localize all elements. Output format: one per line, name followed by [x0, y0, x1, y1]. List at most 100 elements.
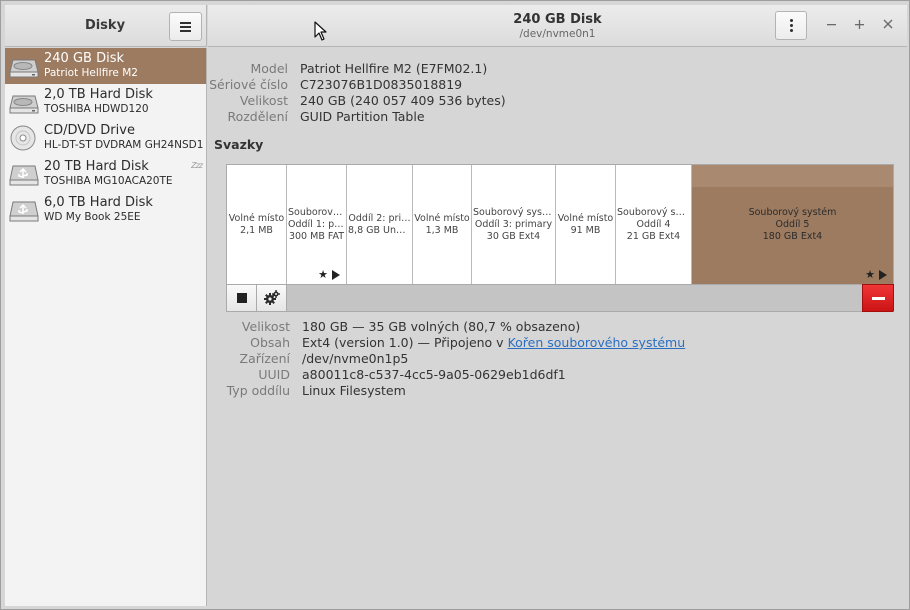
vol-device-value: /dev/nvme0n1p5 — [302, 351, 409, 366]
partition-free-1[interactable]: Volné místo 2,1 MB — [227, 165, 287, 284]
vol-size-label: Velikost — [241, 319, 290, 334]
kebab-dot — [789, 24, 793, 27]
drive-model: TOSHIBA HDWD120 — [44, 103, 149, 115]
drive-name: 6,0 TB Hard Disk — [44, 195, 153, 210]
vol-size-value: 180 GB — 35 GB volných (80,7 % obsazeno) — [302, 319, 581, 334]
drive-name: 20 TB Hard Disk — [44, 159, 149, 174]
usb-drive-icon — [9, 201, 39, 222]
partition-line: Volné místo — [557, 212, 614, 224]
partition-line: Oddíl 5 — [775, 218, 810, 230]
mouse-cursor-icon — [314, 21, 327, 41]
drive-item-2tb[interactable]: 2,0 TB Hard Disk TOSHIBA HDWD120 — [5, 84, 206, 120]
partition-line: 2,1 MB — [240, 224, 273, 236]
vol-type-label: Typ oddílu — [226, 383, 290, 398]
size-label: Velikost — [239, 93, 288, 108]
volume-toolbar — [226, 284, 894, 312]
partition-line: Volné místo — [414, 212, 470, 224]
vol-device-value-wrap: /dev/nvme0n1p5 — [302, 351, 408, 366]
partition-2[interactable]: Oddíl 2: pri… 8,8 GB Unkn… — [347, 165, 413, 284]
drive-model: TOSHIBA MG10ACA20TE — [44, 175, 173, 187]
partition-line: 8,8 GB Unkn… — [348, 224, 412, 236]
partition-line: Oddíl 4 — [636, 218, 671, 230]
model-value: Patriot Hellfire M2 (E7FM02.1) — [300, 61, 488, 76]
partition-1[interactable]: Souborový… Oddíl 1: pr… 300 MB FAT ★ — [287, 165, 347, 284]
size-value-wrap: 240 GB (240 057 409 536 bytes) — [300, 93, 506, 108]
minus-icon — [871, 296, 885, 300]
model-label: Model — [250, 61, 288, 76]
partition-line: 30 GB Ext4 — [486, 230, 541, 242]
drive-item-20tb[interactable]: 20 TB Hard Disk TOSHIBA MG10ACA20TE Zzz — [5, 156, 206, 192]
play-icon — [879, 269, 889, 280]
close-button[interactable] — [878, 14, 898, 34]
kebab-dot — [789, 19, 793, 22]
size-value: 240 GB (240 057 409 536 bytes) — [300, 93, 506, 108]
star-icon: ★ — [318, 269, 328, 280]
drive-model: HL-DT-ST DVDRAM GH24NSD1 — [44, 139, 204, 151]
mount-point-link[interactable]: Kořen souborového systému — [508, 335, 686, 350]
partition-free-3[interactable]: Volné místo 91 MB — [556, 165, 616, 284]
delete-partition-button[interactable] — [862, 284, 894, 312]
partition-line: Oddíl 3: primary — [474, 218, 553, 230]
partition-line: 21 GB Ext4 — [626, 230, 681, 242]
minimize-icon — [827, 24, 836, 26]
hard-disk-icon — [9, 59, 39, 78]
volumes-heading: Svazky — [214, 137, 264, 152]
drive-item-240gb[interactable]: 240 GB Disk Patriot Hellfire M2 — [5, 48, 206, 84]
partitioning-value-wrap: GUID Partition Table — [300, 109, 425, 124]
drive-model: WD My Book 25EE — [44, 211, 141, 223]
partition-marks: ★ — [864, 269, 889, 280]
partition-5[interactable]: Souborový systém Oddíl 5 180 GB Ext4 ★ — [692, 165, 893, 284]
vol-content-value: Ext4 (version 1.0) — Připojeno v — [302, 335, 508, 350]
unmount-button[interactable] — [227, 285, 257, 311]
play-icon — [332, 269, 342, 280]
sleep-indicator: Zzz — [191, 161, 203, 170]
partition-marks: ★ — [317, 269, 342, 280]
volumes-map: Volné místo 2,1 MB Souborový… Oddíl 1: p… — [226, 164, 894, 285]
disk-menu-button[interactable] — [775, 11, 807, 40]
disk-details: Model Patriot Hellfire M2 (E7FM02.1) Sér… — [208, 48, 907, 606]
partition-line: Volné místo — [228, 212, 285, 224]
gears-icon — [263, 290, 280, 305]
vol-type-value-wrap: Linux Filesystem — [302, 383, 406, 398]
partition-line: Souborový syst… — [473, 206, 555, 218]
model-value-wrap: Patriot Hellfire M2 (E7FM02.1) — [300, 61, 487, 76]
usb-drive-icon — [9, 165, 39, 186]
partition-line: Oddíl 2: pri… — [348, 212, 411, 224]
hamburger-icon — [180, 22, 191, 32]
partition-settings-button[interactable] — [257, 285, 287, 311]
maximize-button[interactable] — [850, 14, 870, 34]
vol-device-label: Zařízení — [239, 351, 290, 366]
partition-line: Souborový… — [288, 206, 346, 218]
vol-type-value: Linux Filesystem — [302, 383, 406, 398]
drive-item-6tb[interactable]: 6,0 TB Hard Disk WD My Book 25EE — [5, 192, 206, 228]
partitioning-value: GUID Partition Table — [300, 109, 425, 124]
vol-content-label: Obsah — [250, 335, 290, 350]
kebab-dot — [789, 29, 793, 32]
partition-3[interactable]: Souborový syst… Oddíl 3: primary 30 GB E… — [472, 165, 556, 284]
partition-free-2[interactable]: Volné místo 1,3 MB — [413, 165, 472, 284]
maximize-icon — [855, 20, 864, 29]
drive-model: Patriot Hellfire M2 — [44, 67, 138, 79]
partition-line: 1,3 MB — [425, 224, 459, 236]
partition-line: Oddíl 1: pr… — [288, 218, 346, 230]
drive-name: 240 GB Disk — [44, 51, 124, 66]
vol-uuid-value: a80011c8-c537-4cc5-9a05-0629eb1d6df1 — [302, 367, 566, 382]
vol-content-value-wrap: Ext4 (version 1.0) — Připojeno v Kořen s… — [302, 335, 685, 350]
partition-line: 91 MB — [570, 224, 601, 236]
partition-line: 180 GB Ext4 — [762, 230, 823, 242]
partitioning-label: Rozdělení — [227, 109, 288, 124]
minimize-button[interactable] — [822, 14, 842, 34]
serial-label: Sériové číslo — [209, 77, 288, 92]
partition-line: 300 MB FAT — [288, 230, 345, 242]
app-menu-button[interactable] — [169, 12, 202, 41]
main-header: 240 GB Disk /dev/nvme0n1 — [208, 5, 907, 47]
disks-window: Disky 240 GB Disk /dev/nvme0n1 240 GB Di… — [0, 0, 910, 610]
stop-icon — [236, 293, 247, 303]
partition-4[interactable]: Souborový sy… Oddíl 4 21 GB Ext4 — [616, 165, 692, 284]
partition-line: Souborový systém — [748, 206, 837, 218]
serial-value-wrap: C723076B1D0835018819 — [300, 77, 462, 92]
drive-item-cd-dvd[interactable]: CD/DVD Drive HL-DT-ST DVDRAM GH24NSD1 — [5, 120, 206, 156]
vol-uuid-value-wrap: a80011c8-c537-4cc5-9a05-0629eb1d6df1 — [302, 367, 566, 382]
partition-line: Souborový sy… — [617, 206, 691, 218]
vol-size-value-wrap: 180 GB — 35 GB volných (80,7 % obsazeno) — [302, 319, 580, 334]
